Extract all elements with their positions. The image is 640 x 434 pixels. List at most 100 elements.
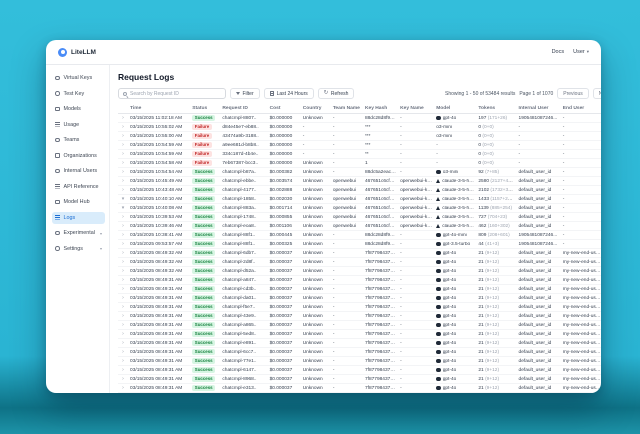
chevron-right-icon[interactable]: › — [122, 268, 124, 274]
table-row[interactable]: ›03/15/2025 10:54:59 AMFailure334c187d-4… — [118, 150, 601, 159]
table-row[interactable]: ›03/15/2025 08:49:32 AMSuccesschatcmpl-d… — [118, 267, 601, 276]
table-row[interactable]: ›03/15/2025 11:02:18 AMSuccesschatcmpl-8… — [118, 114, 601, 123]
chevron-right-icon[interactable]: › — [122, 295, 124, 301]
chevron-right-icon[interactable]: › — [122, 313, 124, 319]
chevron-right-icon[interactable]: › — [122, 133, 124, 139]
previous-button[interactable]: Previous — [557, 88, 588, 99]
table-row[interactable]: ›03/15/2025 08:49:31 AMSuccesschatcmpl-f… — [118, 303, 601, 312]
row-cell-internal-user: default_user_id — [517, 204, 561, 213]
table-row[interactable]: ›03/15/2025 08:49:31 AMSuccesschatcmpl-e… — [118, 339, 601, 348]
chevron-right-icon[interactable]: › — [122, 241, 124, 247]
model-cell: gpt-4o — [436, 350, 474, 355]
sidebar-item-model-hub[interactable]: Model Hub — [52, 196, 105, 208]
chevron-right-icon[interactable]: › — [122, 223, 124, 229]
refresh-button[interactable]: ↻ Refresh — [318, 88, 355, 99]
row-cell-country: Unknown — [301, 285, 331, 294]
chevron-right-icon[interactable]: › — [122, 358, 124, 364]
table-row[interactable]: ›03/15/2025 10:39:46 AMSuccesschatcmpl-e… — [118, 222, 601, 231]
chevron-right-icon[interactable]: › — [122, 151, 124, 157]
table-row[interactable]: ›03/15/2025 08:49:31 AMSuccesschatcmpl-6… — [118, 348, 601, 357]
table-row[interactable]: ›03/15/2025 10:43:48 AMSuccesschatcmpl-4… — [118, 186, 601, 195]
table-row[interactable]: ▾03/15/2025 10:40:10 AMSuccesschatcmpl-1… — [118, 195, 601, 204]
table-row[interactable]: ›03/15/2025 08:49:31 AMSuccesschatcmpl-c… — [118, 285, 601, 294]
row-cell-key-hash: 7f87798437a4d.. — [363, 294, 398, 303]
table-row[interactable]: ›03/15/2025 08:49:31 AMSuccesschatcmpl-7… — [118, 357, 601, 366]
chevron-right-icon[interactable]: › — [122, 304, 124, 310]
sidebar-item-models[interactable]: Models — [52, 103, 105, 115]
row-cell-end-user: my-new-end-user-1 — [561, 267, 601, 276]
chevron-right-icon[interactable]: › — [122, 142, 124, 148]
chevron-right-icon[interactable]: › — [122, 376, 124, 382]
chevron-down-icon[interactable]: ▾ — [122, 205, 125, 211]
sidebar-item-organizations[interactable]: Organizations — [52, 150, 105, 162]
row-cell-request-id: 334c187d-4b4e.. — [220, 150, 267, 159]
table-row[interactable]: ›03/15/2025 10:39:53 AMSuccesschatcmpl-1… — [118, 213, 601, 222]
search-input[interactable] — [118, 88, 226, 99]
user-menu[interactable]: User ▾ — [573, 49, 589, 55]
chevron-right-icon[interactable]: › — [122, 367, 124, 373]
row-cell-country: Unknown — [301, 159, 331, 168]
chevron-right-icon[interactable]: › — [122, 331, 124, 337]
table-row[interactable]: ›03/15/2025 08:49:32 AMSuccesschatcmpl-6… — [118, 249, 601, 258]
chevron-right-icon[interactable]: › — [122, 232, 124, 238]
chevron-right-icon[interactable]: › — [122, 385, 124, 391]
row-cell-country: Unknown — [301, 384, 331, 393]
table-row[interactable]: ›03/15/2025 10:54:59 AMFailurea9ee681d-b… — [118, 141, 601, 150]
tokens-total: 21 — [478, 377, 483, 382]
chevron-right-icon[interactable]: › — [122, 340, 124, 346]
sidebar-item-test-key[interactable]: Test Key — [52, 88, 105, 100]
table-row[interactable]: ▾03/15/2025 10:40:08 AMSuccesschatcmpl-8… — [118, 204, 601, 213]
chevron-right-icon[interactable]: › — [122, 259, 124, 265]
chevron-right-icon[interactable]: › — [122, 115, 124, 121]
sidebar-item-teams[interactable]: Teams — [52, 134, 105, 146]
row-cell-key-hash: 467651c6cf795.. — [363, 195, 398, 204]
sidebar-item-internal-users[interactable]: Internal Users — [52, 165, 105, 177]
table-row[interactable]: ›03/15/2025 08:49:31 AMSuccesschatcmpl-4… — [118, 312, 601, 321]
sidebar-item-usage[interactable]: Usage — [52, 119, 105, 131]
next-button[interactable]: Next — [593, 88, 601, 99]
row-cell-team-name: - — [331, 375, 363, 384]
row-cell-tokens: 462 (160+302) — [476, 222, 516, 231]
sidebar-item-virtual-keys[interactable]: Virtual Keys — [52, 72, 105, 84]
table-row[interactable]: ›03/15/2025 10:55:00 AMFailure43474a9b-3… — [118, 132, 601, 141]
chevron-right-icon[interactable]: › — [122, 250, 124, 256]
table-row[interactable]: ›03/15/2025 08:49:31 AMSuccesschatcmpl-a… — [118, 276, 601, 285]
chevron-down-icon[interactable]: ▾ — [122, 196, 125, 202]
chevron-right-icon[interactable]: › — [122, 322, 124, 328]
sidebar-item-logs[interactable]: Logs — [52, 212, 105, 224]
chevron-right-icon[interactable]: › — [122, 214, 124, 220]
table-row[interactable]: ›03/15/2025 08:49:31 AMSuccesschatcmpl-e… — [118, 384, 601, 393]
sidebar-item-experimental[interactable]: Experimental▾ — [52, 227, 105, 239]
table-row[interactable]: ›03/15/2025 10:54:58 AMFailure7eb67387-b… — [118, 159, 601, 168]
chevron-right-icon[interactable]: › — [122, 160, 124, 166]
sidebar-item-settings[interactable]: Settings▾ — [52, 243, 105, 255]
table-row[interactable]: ›03/15/2025 08:49:32 AMSuccesschatcmpl-2… — [118, 258, 601, 267]
chevron-right-icon[interactable]: › — [122, 349, 124, 355]
row-cell-time: 03/15/2025 08:49:31 AM — [128, 312, 190, 321]
filter-button[interactable]: Filter — [230, 88, 260, 99]
chevron-right-icon[interactable]: › — [122, 124, 124, 130]
row-cell-status: Success — [190, 195, 220, 204]
table-row[interactable]: ›03/15/2025 10:54:54 AMSuccesschatcmpl-b… — [118, 168, 601, 177]
table-row[interactable]: ›03/15/2025 10:55:02 AMFailured84e45e7-e… — [118, 123, 601, 132]
table-row[interactable]: ›03/15/2025 10:38:41 AMSuccesschatcmpl-8… — [118, 231, 601, 240]
chevron-right-icon[interactable]: › — [122, 286, 124, 292]
table-row[interactable]: ›03/15/2025 08:49:31 AMSuccesschatcmpl-a… — [118, 321, 601, 330]
search-field[interactable] — [130, 91, 221, 97]
row-cell-key-name: - — [398, 258, 434, 267]
chevron-right-icon[interactable]: › — [122, 169, 124, 175]
docs-link[interactable]: Docs — [552, 49, 565, 55]
table-row[interactable]: ›03/15/2025 08:49:31 AMSuccesschatcmpl-6… — [118, 366, 601, 375]
chevron-right-icon[interactable]: › — [122, 178, 124, 184]
chevron-right-icon[interactable]: › — [122, 277, 124, 283]
sidebar-item-api-reference[interactable]: API Reference — [52, 181, 105, 193]
row-cell-internal-user: default_user_id — [517, 258, 561, 267]
time-range-button[interactable]: Last 24 Hours — [264, 88, 314, 99]
table-row[interactable]: ›03/15/2025 08:49:31 AMSuccesschatcmpl-8… — [118, 375, 601, 384]
chevron-right-icon[interactable]: › — [122, 187, 124, 193]
page-title: Request Logs — [118, 72, 601, 82]
table-row[interactable]: ›03/15/2025 08:49:31 AMSuccesschatcmpl-5… — [118, 330, 601, 339]
table-row[interactable]: ›03/15/2025 08:49:31 AMSuccesschatcmpl-d… — [118, 294, 601, 303]
table-row[interactable]: ›03/15/2025 09:53:57 AMSuccesschatcmpl-8… — [118, 240, 601, 249]
table-row[interactable]: ›03/15/2025 10:45:49 AMSuccesschatcmpl-e… — [118, 177, 601, 186]
